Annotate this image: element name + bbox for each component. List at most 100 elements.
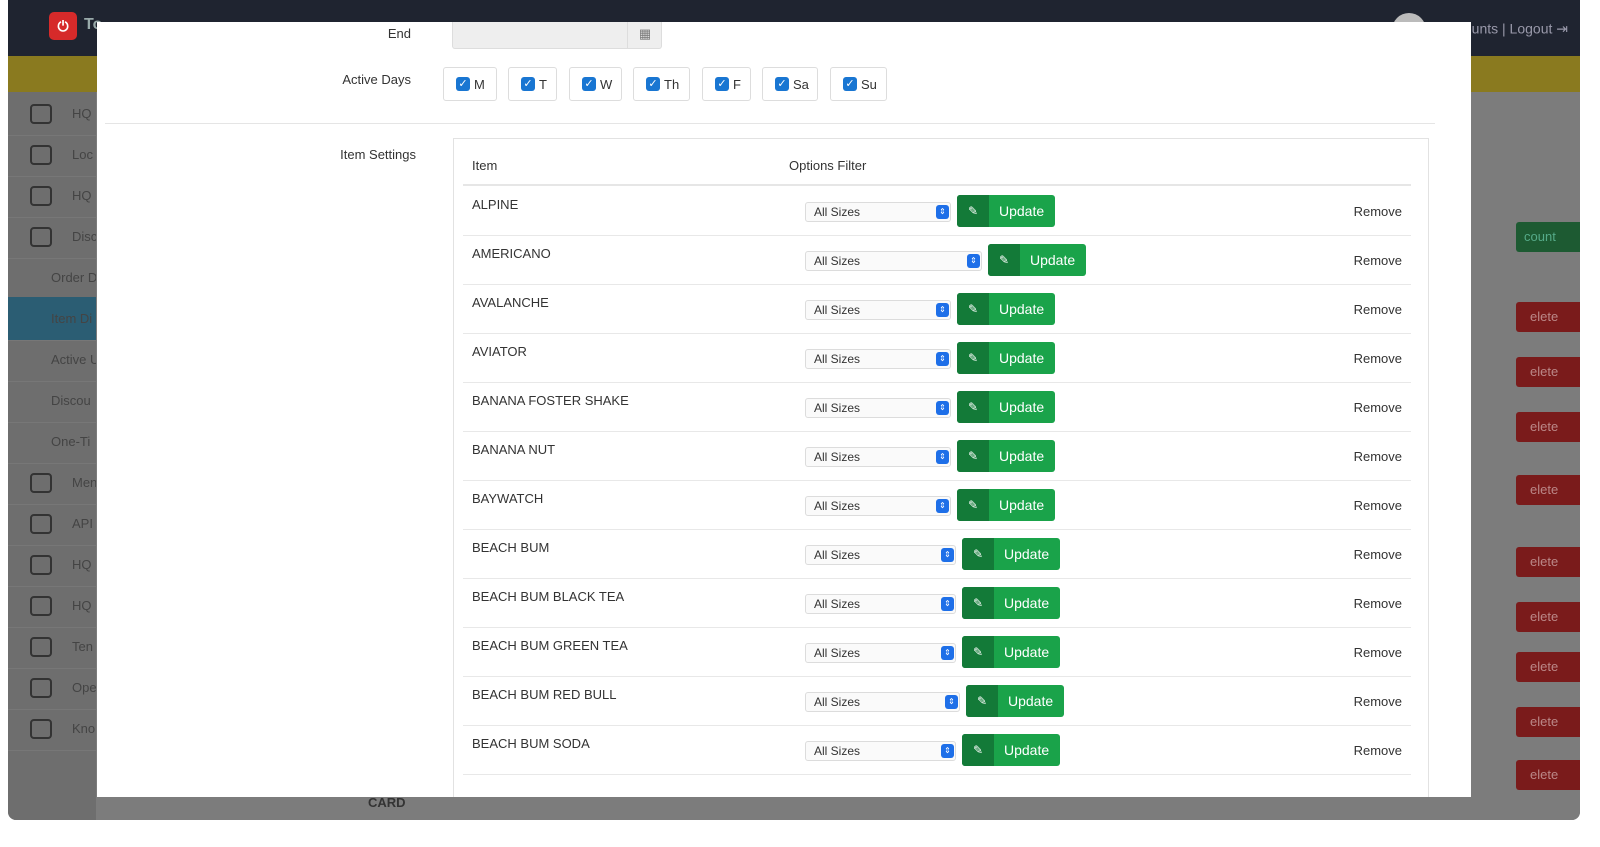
pencil-icon: ✎: [962, 636, 994, 668]
bg-delete-button: elete: [1516, 357, 1580, 387]
remove-link[interactable]: Remove: [1354, 449, 1402, 464]
day-label: Sa: [793, 77, 809, 92]
options-filter-select[interactable]: All Sizes ⇕: [805, 202, 951, 222]
options-filter-select[interactable]: All Sizes ⇕: [805, 545, 956, 565]
update-button[interactable]: ✎ Update: [962, 587, 1060, 619]
select-arrows-icon[interactable]: ⇕: [936, 499, 949, 513]
checkbox-checked-icon[interactable]: ✓: [582, 77, 596, 91]
update-button-label: Update: [999, 203, 1045, 219]
select-arrows-icon[interactable]: ⇕: [936, 352, 949, 366]
sidebar-item[interactable]: Loc: [8, 133, 96, 177]
update-button[interactable]: ✎ Update: [962, 538, 1060, 570]
day-label: Su: [861, 77, 877, 92]
remove-link[interactable]: Remove: [1354, 743, 1402, 758]
bg-delete-button: elete: [1516, 760, 1580, 790]
remove-link[interactable]: Remove: [1354, 694, 1402, 709]
select-arrows-icon[interactable]: ⇕: [936, 450, 949, 464]
options-filter-select[interactable]: All Sizes ⇕: [805, 496, 951, 516]
item-name: BEACH BUM GREEN TEA: [472, 638, 628, 653]
calendar-icon[interactable]: ▦: [627, 22, 662, 49]
options-filter-select[interactable]: All Sizes ⇕: [805, 251, 982, 271]
options-filter-select[interactable]: All Sizes ⇕: [805, 692, 960, 712]
pencil-icon: ✎: [957, 342, 989, 374]
checkbox-checked-icon[interactable]: ✓: [843, 77, 857, 91]
table-row: BEACH BUM RED BULL All Sizes ⇕ ✎ Update Remov…: [463, 676, 1411, 726]
sidebar-item[interactable]: HQ: [8, 92, 96, 136]
options-filter-select[interactable]: All Sizes ⇕: [805, 643, 956, 663]
options-filter-select[interactable]: All Sizes ⇕: [805, 741, 956, 761]
logout-icon[interactable]: ⇥: [1556, 21, 1568, 37]
remove-link[interactable]: Remove: [1354, 302, 1402, 317]
sidebar-item[interactable]: Men: [8, 461, 97, 505]
select-arrows-icon[interactable]: ⇕: [941, 597, 954, 611]
day-checkbox-th[interactable]: ✓ Th: [633, 67, 690, 101]
options-filter-value: All Sizes: [814, 450, 861, 464]
sidebar-item[interactable]: Item Di: [8, 297, 96, 341]
pencil-icon: ✎: [957, 391, 989, 423]
sidebar-item[interactable]: Order D: [8, 256, 97, 300]
sidebar-item[interactable]: API: [8, 502, 96, 546]
select-arrows-icon[interactable]: ⇕: [945, 695, 958, 709]
select-arrows-icon[interactable]: ⇕: [936, 401, 949, 415]
remove-link[interactable]: Remove: [1354, 596, 1402, 611]
table-row: BAYWATCH All Sizes ⇕ ✎ Update Remove: [463, 480, 1411, 530]
select-arrows-icon[interactable]: ⇕: [941, 646, 954, 660]
select-arrows-icon[interactable]: ⇕: [941, 744, 954, 758]
update-button[interactable]: ✎ Update: [957, 391, 1055, 423]
day-checkbox-m[interactable]: ✓ M: [443, 67, 497, 101]
remove-link[interactable]: Remove: [1354, 645, 1402, 660]
update-button[interactable]: ✎ Update: [962, 734, 1060, 766]
select-arrows-icon[interactable]: ⇕: [941, 548, 954, 562]
update-button[interactable]: ✎ Update: [957, 489, 1055, 521]
sidebar-item[interactable]: Active U: [8, 338, 99, 382]
bg-delete-button: elete: [1516, 652, 1580, 682]
sidebar-item[interactable]: Ope: [8, 666, 97, 710]
day-checkbox-sa[interactable]: ✓ Sa: [762, 67, 818, 101]
column-header-options-filter: Options Filter: [789, 158, 867, 173]
sidebar-item[interactable]: Discou: [8, 379, 96, 423]
remove-link[interactable]: Remove: [1354, 547, 1402, 562]
options-filter-select[interactable]: All Sizes ⇕: [805, 447, 951, 467]
sidebar-item[interactable]: HQ: [8, 543, 96, 587]
options-filter-select[interactable]: All Sizes ⇕: [805, 398, 951, 418]
sidebar-item[interactable]: Disc: [8, 215, 97, 259]
update-button[interactable]: ✎ Update: [957, 293, 1055, 325]
options-filter-select[interactable]: All Sizes ⇕: [805, 300, 951, 320]
remove-link[interactable]: Remove: [1354, 204, 1402, 219]
select-arrows-icon[interactable]: ⇕: [967, 254, 980, 268]
item-name: BANANA FOSTER SHAKE: [472, 393, 629, 408]
update-button[interactable]: ✎ Update: [962, 636, 1060, 668]
select-arrows-icon[interactable]: ⇕: [936, 205, 949, 219]
day-checkbox-su[interactable]: ✓ Su: [830, 67, 887, 101]
book-icon: [30, 186, 52, 206]
checkbox-checked-icon[interactable]: ✓: [775, 77, 789, 91]
sidebar-item[interactable]: Kno: [8, 707, 96, 751]
checkbox-checked-icon[interactable]: ✓: [715, 77, 729, 91]
checkbox-checked-icon[interactable]: ✓: [646, 77, 660, 91]
update-button[interactable]: ✎ Update: [957, 440, 1055, 472]
sidebar-item[interactable]: HQ: [8, 174, 96, 218]
remove-link[interactable]: Remove: [1354, 400, 1402, 415]
remove-link[interactable]: Remove: [1354, 351, 1402, 366]
update-button-label: Update: [999, 350, 1045, 366]
options-filter-value: All Sizes: [814, 254, 861, 268]
remove-link[interactable]: Remove: [1354, 253, 1402, 268]
update-button[interactable]: ✎ Update: [966, 685, 1064, 717]
update-button[interactable]: ✎ Update: [988, 244, 1086, 276]
update-button[interactable]: ✎ Update: [957, 342, 1055, 374]
options-filter-select[interactable]: All Sizes ⇕: [805, 349, 951, 369]
table-row: BANANA FOSTER SHAKE All Sizes ⇕ ✎ Update Remo…: [463, 382, 1411, 432]
day-checkbox-t[interactable]: ✓ T: [508, 67, 557, 101]
sidebar-item[interactable]: Ten: [8, 625, 96, 669]
day-checkbox-w[interactable]: ✓ W: [569, 67, 622, 101]
remove-link[interactable]: Remove: [1354, 498, 1402, 513]
checkbox-checked-icon[interactable]: ✓: [521, 77, 535, 91]
tools-icon: [30, 678, 52, 698]
day-checkbox-f[interactable]: ✓ F: [702, 67, 751, 101]
checkbox-checked-icon[interactable]: ✓: [456, 77, 470, 91]
sidebar-item[interactable]: One-Ti: [8, 420, 96, 464]
update-button[interactable]: ✎ Update: [957, 195, 1055, 227]
options-filter-select[interactable]: All Sizes ⇕: [805, 594, 956, 614]
sidebar-item[interactable]: HQ: [8, 584, 96, 628]
select-arrows-icon[interactable]: ⇕: [936, 303, 949, 317]
